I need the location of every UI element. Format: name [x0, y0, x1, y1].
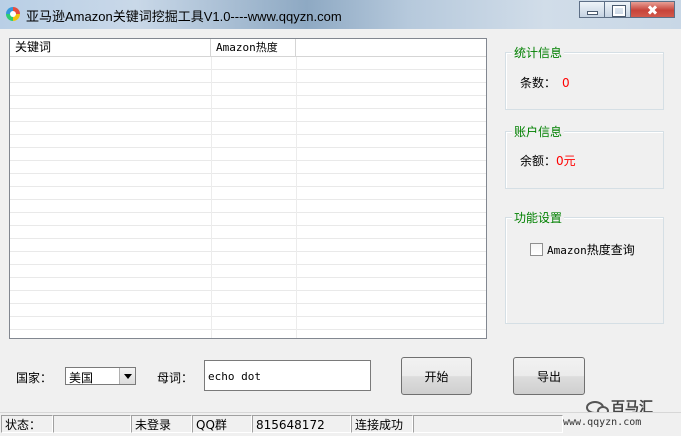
column-header-amazon-heat[interactable]: Amazon热度 — [211, 39, 296, 56]
balance-label: 余额： — [520, 154, 557, 168]
app-window: 亚马逊Amazon关键词挖掘工具V1.0----www.qqyzn.com 关键… — [0, 0, 681, 436]
qq-group-label: QQ群 — [192, 415, 252, 433]
count-label: 条数： — [520, 76, 557, 90]
title-bar[interactable]: 亚马逊Amazon关键词挖掘工具V1.0----www.qqyzn.com — [0, 0, 681, 29]
column-header-keyword[interactable]: 关键词 — [10, 39, 211, 56]
close-button[interactable] — [631, 1, 675, 18]
stats-group: 统计信息 条数： 0 — [505, 44, 664, 110]
list-header: 关键词 Amazon热度 — [10, 39, 486, 57]
qq-group-number: 815648172 — [252, 415, 351, 433]
seed-word-value: echo dot — [208, 370, 261, 383]
column-divider — [211, 57, 212, 338]
balance-value: 0元 — [556, 154, 576, 168]
count-value: 0 — [562, 76, 570, 90]
settings-group-title: 功能设置 — [512, 209, 565, 226]
app-logo-icon — [6, 7, 20, 21]
connection-status: 连接成功 — [351, 415, 413, 433]
list-body[interactable] — [10, 57, 486, 338]
account-group: 账户信息 余额：0元 — [505, 123, 664, 189]
status-value — [53, 415, 131, 433]
login-state: 未登录 — [131, 415, 192, 433]
checkbox-label-latin: Amazon — [547, 244, 587, 257]
keyword-list[interactable]: 关键词 Amazon热度 — [9, 38, 487, 339]
status-label: 状态： — [1, 415, 53, 433]
checkbox-label-cjk: 热度查询 — [586, 243, 635, 257]
country-label: 国家： — [16, 371, 53, 385]
seed-word-input[interactable]: echo dot — [204, 360, 371, 391]
window-controls — [579, 1, 675, 19]
chevron-down-icon[interactable] — [119, 368, 135, 384]
country-select-value: 美国 — [69, 371, 94, 385]
balance-row: 余额：0元 — [520, 152, 576, 169]
column-divider — [296, 57, 297, 338]
country-select[interactable]: 美国 — [65, 367, 136, 385]
window-title: 亚马逊Amazon关键词挖掘工具V1.0----www.qqyzn.com — [26, 9, 342, 24]
stats-group-title: 统计信息 — [512, 44, 565, 61]
account-group-title: 账户信息 — [512, 123, 565, 140]
settings-group: 功能设置 Amazon热度查询 — [505, 209, 664, 324]
export-button[interactable]: 导出 — [513, 357, 585, 395]
seed-word-label: 母词： — [157, 371, 194, 385]
count-row: 条数： 0 — [520, 74, 570, 91]
maximize-button[interactable] — [605, 1, 631, 18]
amazon-heat-checkbox[interactable] — [530, 243, 543, 256]
start-button[interactable]: 开始 — [401, 357, 472, 395]
minimize-button[interactable] — [579, 1, 605, 18]
amazon-heat-checkbox-label[interactable]: Amazon热度查询 — [547, 241, 635, 258]
status-extra — [413, 415, 563, 433]
watermark-url: www.qqyzn.com — [563, 417, 642, 428]
